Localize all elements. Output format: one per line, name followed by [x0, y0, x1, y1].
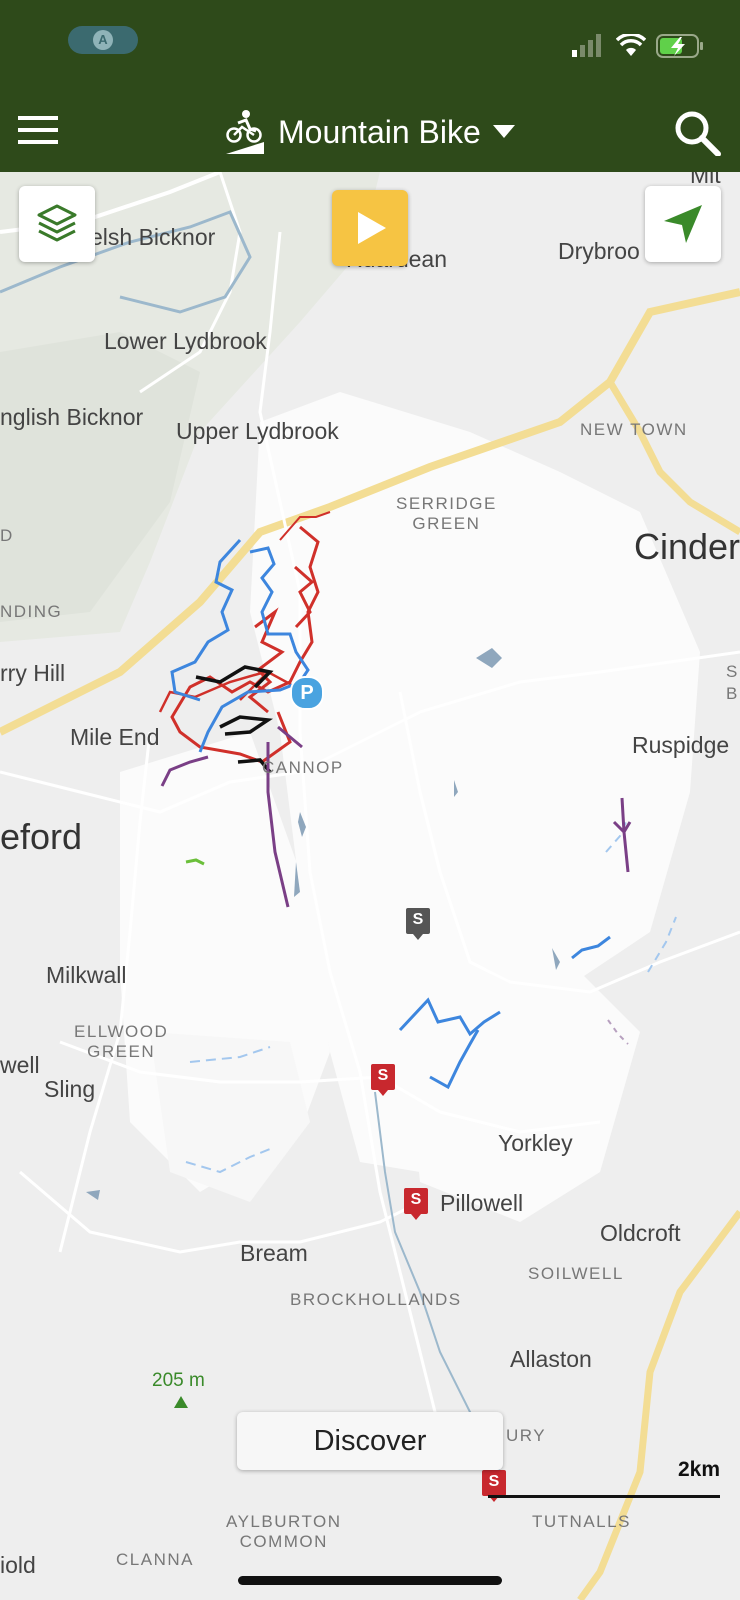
home-indicator[interactable] [238, 1576, 502, 1585]
place-label: SOILWELL [528, 1264, 624, 1283]
place-label: Cinder [634, 526, 740, 567]
search-icon[interactable] [674, 110, 722, 156]
place-label: S [726, 662, 739, 681]
place-label: Allaston [510, 1346, 592, 1372]
signal-icon [572, 34, 601, 57]
menu-icon[interactable] [18, 114, 58, 146]
place-label: Oldcroft [600, 1220, 681, 1246]
play-icon [358, 212, 386, 244]
place-label: eford [0, 816, 83, 857]
place-label: ELLWOOD GREEN [74, 1022, 169, 1061]
poi-marker[interactable]: S [406, 908, 430, 940]
location-pill-icon: A [93, 30, 113, 50]
play-button[interactable] [332, 190, 408, 266]
dropdown-caret-icon [492, 125, 515, 138]
battery-icon [656, 34, 703, 58]
place-label: iold [0, 1552, 36, 1578]
place-label: SERRIDGE GREEN [396, 494, 497, 533]
place-label: Bream [240, 1240, 308, 1266]
mountain-bike-icon [226, 110, 264, 154]
place-label: elsh Bicknor [90, 224, 216, 250]
parking-marker[interactable]: P [290, 676, 324, 710]
map-view[interactable]: elsh Bicknor Ruardean Drybroo Mit Lower … [0, 172, 740, 1600]
locate-button[interactable] [645, 186, 721, 262]
place-label: Drybroo [558, 238, 640, 264]
wifi-icon [616, 34, 646, 56]
place-label: Mile End [70, 724, 160, 750]
place-label: Pillowell [440, 1190, 524, 1216]
layers-icon [37, 204, 77, 242]
elevation-label: 205 m [152, 1370, 205, 1391]
map-scale: 2km [488, 1452, 724, 1512]
poi-marker[interactable]: S [371, 1064, 395, 1096]
app-title: Mountain Bike [278, 113, 481, 150]
place-label: CANNOP [262, 758, 344, 777]
app-bar: Mountain Bike [0, 92, 740, 172]
place-label: D [0, 526, 14, 545]
place-label: URY [506, 1426, 547, 1445]
place-label: AYLBURTON COMMON [226, 1512, 342, 1551]
location-pill: A [68, 26, 138, 54]
place-label: Milkwall [46, 962, 127, 988]
status-bar: A [0, 0, 740, 92]
place-label: NEW TOWN [580, 420, 688, 439]
place-label: Sling [44, 1076, 96, 1102]
activity-selector[interactable]: Mountain Bike [224, 92, 515, 172]
map-canvas[interactable] [0, 172, 740, 1600]
place-label: CLANNA [116, 1550, 194, 1569]
place-label: TUTNALLS [532, 1512, 631, 1531]
place-label: Upper Lydbrook [176, 418, 339, 444]
place-label: Ruspidge [632, 732, 730, 758]
place-label: Yorkley [498, 1130, 573, 1156]
scale-line [488, 1495, 720, 1498]
discover-button[interactable]: Discover [237, 1412, 503, 1470]
layers-button[interactable] [19, 186, 95, 262]
elevation-marker [174, 1396, 188, 1408]
place-label: BROCKHOLLANDS [290, 1290, 462, 1309]
place-label: B [726, 684, 739, 703]
poi-marker[interactable]: S [404, 1188, 428, 1220]
place-label: rry Hill [0, 660, 66, 686]
place-label: nglish Bicknor [0, 404, 144, 430]
navigation-arrow-icon [664, 205, 702, 243]
scale-label: 2km [677, 1458, 720, 1481]
place-label: Lower Lydbrook [104, 328, 267, 354]
place-label: NDING [0, 602, 63, 621]
place-label: well [0, 1052, 40, 1078]
